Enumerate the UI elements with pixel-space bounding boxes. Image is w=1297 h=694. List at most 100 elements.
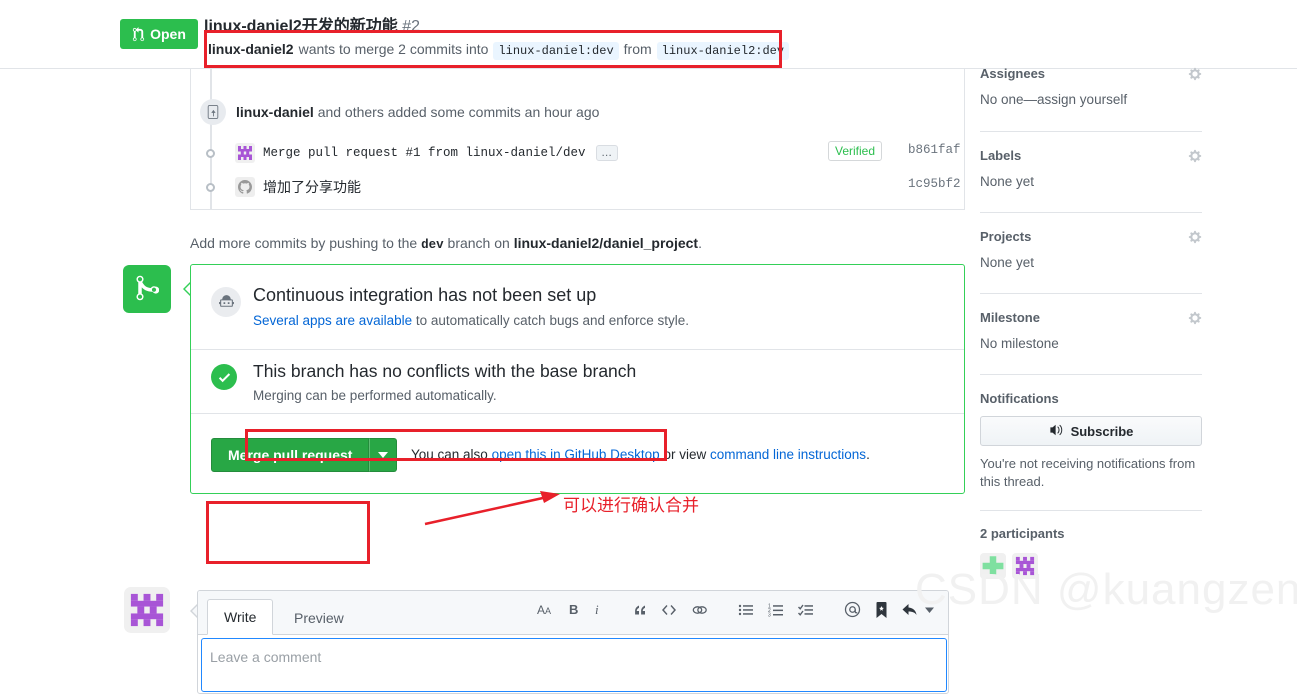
table-row[interactable]: 增加了分享功能	[200, 173, 361, 201]
commits-header-text: linux-daniel and others added some commi…	[236, 104, 599, 120]
table-row[interactable]: Merge pull request #1 from linux-daniel/…	[200, 139, 618, 167]
assignees-title: Assignees	[980, 66, 1046, 81]
add-more-middle: branch on	[447, 235, 510, 251]
gear-icon[interactable]	[1188, 311, 1202, 325]
sidebar-section-milestone: Milestone No milestone	[980, 310, 1202, 351]
sidebar-section-assignees: Assignees No one—assign yourself	[980, 66, 1202, 107]
conflict-title: This branch has no conflicts with the ba…	[253, 361, 637, 381]
add-more-commits-note: Add more commits by pushing to the dev b…	[190, 235, 702, 252]
divider	[980, 131, 1202, 132]
assignees-value[interactable]: No one—assign yourself	[980, 92, 1202, 107]
git-merge-badge	[123, 265, 171, 313]
status-badge: Open	[120, 19, 198, 49]
avatar	[235, 143, 255, 163]
commits-header-author: linux-daniel	[236, 104, 314, 120]
merge-help-middle: or view	[663, 447, 707, 462]
main-column: linux-daniel and others added some commi…	[0, 69, 965, 694]
svg-text:3: 3	[768, 612, 771, 618]
divider	[980, 293, 1202, 294]
divider	[980, 374, 1202, 375]
labels-title: Labels	[980, 148, 1022, 163]
status-badge: Verified	[828, 141, 883, 161]
milestone-value: No milestone	[980, 336, 1059, 351]
annotation-arrow	[424, 491, 560, 526]
annotation-box-merge-button	[206, 501, 370, 564]
annotation-text: 可以进行确认合并	[563, 496, 699, 516]
comment-editor: Write Preview AA B i 1 2 3 Leave a comme…	[197, 590, 949, 694]
reference-icon[interactable]	[875, 601, 888, 618]
sidebar: Assignees No one—assign yourself Labels …	[965, 66, 1297, 625]
notifications-note: You're not receiving notifications from …	[980, 456, 1196, 489]
italic-icon[interactable]: i	[594, 602, 602, 618]
status-badge-label: Open	[150, 26, 186, 42]
merge-help-suffix: .	[866, 447, 870, 462]
subscribe-button[interactable]: Subscribe	[980, 416, 1202, 446]
gear-icon[interactable]	[1188, 230, 1202, 244]
commit-node-icon	[200, 148, 221, 158]
mention-icon[interactable]	[844, 601, 861, 618]
bulleted-list-icon[interactable]	[738, 602, 754, 618]
quote-icon[interactable]	[632, 602, 647, 618]
git-merge-icon	[135, 274, 160, 305]
commits-header-rest: and others added some commits an hour ag…	[317, 104, 600, 120]
several-apps-link[interactable]: Several apps are available	[253, 313, 412, 328]
pull-request-icon	[132, 26, 145, 42]
add-more-branch: dev	[421, 238, 444, 252]
numbered-list-icon[interactable]: 123	[768, 602, 784, 618]
add-more-suffix: .	[698, 235, 702, 251]
svg-text:A: A	[537, 603, 545, 617]
link-icon[interactable]	[691, 602, 708, 618]
gear-icon[interactable]	[1188, 149, 1202, 163]
sidebar-section-notifications: Notifications Subscribe You're not recei…	[980, 391, 1202, 491]
editor-tabbar: Write Preview AA B i 1 2 3	[198, 591, 948, 635]
projects-value: None yet	[980, 255, 1035, 270]
tab-preview[interactable]: Preview	[278, 600, 360, 635]
pr-header: Open linux-daniel2开发的新功能 #2 linux-daniel…	[0, 0, 1297, 69]
watermark: CSDN @kuangzeng	[915, 565, 1297, 614]
labels-value: None yet	[980, 174, 1035, 189]
command-line-instructions-link[interactable]: command line instructions	[710, 447, 866, 462]
sidebar-section-labels: Labels None yet	[980, 148, 1202, 189]
svg-text:i: i	[595, 602, 599, 617]
commit-sha[interactable]: b861faf	[908, 143, 961, 157]
ci-subtitle-rest: to automatically catch bugs and enforce …	[415, 313, 690, 328]
gear-icon[interactable]	[1188, 67, 1202, 81]
ci-section: Continuous integration has not been set …	[191, 265, 964, 350]
divider	[980, 510, 1202, 511]
tab-write[interactable]: Write	[207, 599, 274, 635]
commit-node-icon	[200, 182, 221, 192]
commit-message[interactable]: 增加了分享功能	[263, 177, 361, 197]
divider	[980, 212, 1202, 213]
add-more-prefix: Add more commits by pushing to the	[190, 235, 418, 251]
bold-icon[interactable]: B	[569, 602, 580, 618]
task-list-icon[interactable]	[798, 602, 814, 618]
subscribe-label: Subscribe	[1070, 423, 1134, 439]
conflict-subtitle: Merging can be performed automatically.	[253, 388, 497, 403]
commits-header: linux-daniel and others added some commi…	[200, 99, 599, 125]
markdown-toolbar: AA B i 1 2 3	[522, 601, 940, 618]
notifications-title: Notifications	[980, 391, 1059, 406]
conflict-section: This branch has no conflicts with the ba…	[191, 350, 964, 414]
commit-expand-button[interactable]: …	[595, 145, 618, 161]
svg-text:B: B	[569, 602, 578, 617]
sidebar-section-projects: Projects None yet	[980, 229, 1202, 270]
avatar	[235, 177, 255, 197]
ci-subtitle: Several apps are available to automatica…	[253, 313, 689, 328]
avatar	[124, 587, 170, 633]
ci-title: Continuous integration has not been set …	[253, 285, 597, 305]
add-more-repo: linux-daniel2/daniel_project	[513, 235, 699, 251]
annotation-box-subtitle	[204, 30, 782, 68]
projects-title: Projects	[980, 229, 1032, 244]
check-icon	[211, 364, 237, 390]
milestone-title: Milestone	[980, 310, 1040, 325]
annotation-box-conflict	[245, 429, 667, 461]
commit-message[interactable]: Merge pull request #1 from linux-daniel/…	[263, 146, 586, 160]
code-icon[interactable]	[661, 602, 677, 618]
unmute-icon	[1049, 423, 1064, 440]
push-icon	[200, 99, 226, 125]
comment-input[interactable]: Leave a comment	[201, 638, 947, 692]
commit-sha[interactable]: 1c95bf2	[908, 177, 961, 191]
svg-text:A: A	[545, 606, 551, 616]
participants-title: 2 participants	[980, 526, 1065, 541]
heading-icon[interactable]: AA	[537, 602, 555, 618]
